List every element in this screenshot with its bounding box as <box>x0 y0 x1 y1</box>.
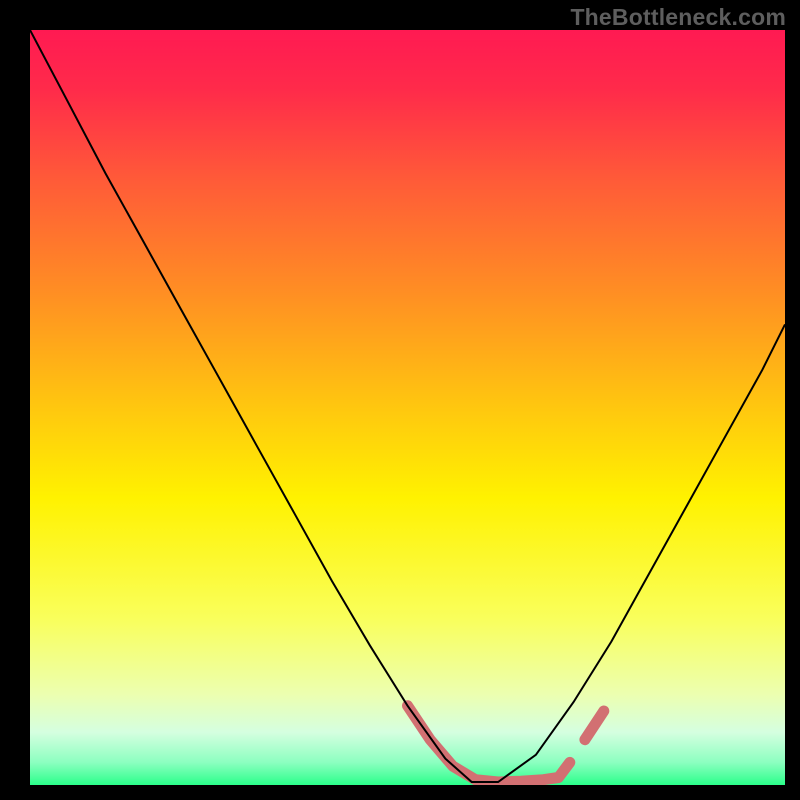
chart-gradient-background <box>30 30 785 785</box>
watermark-label: TheBottleneck.com <box>570 4 786 31</box>
chart-svg <box>30 30 785 785</box>
bottleneck-chart <box>30 30 785 785</box>
